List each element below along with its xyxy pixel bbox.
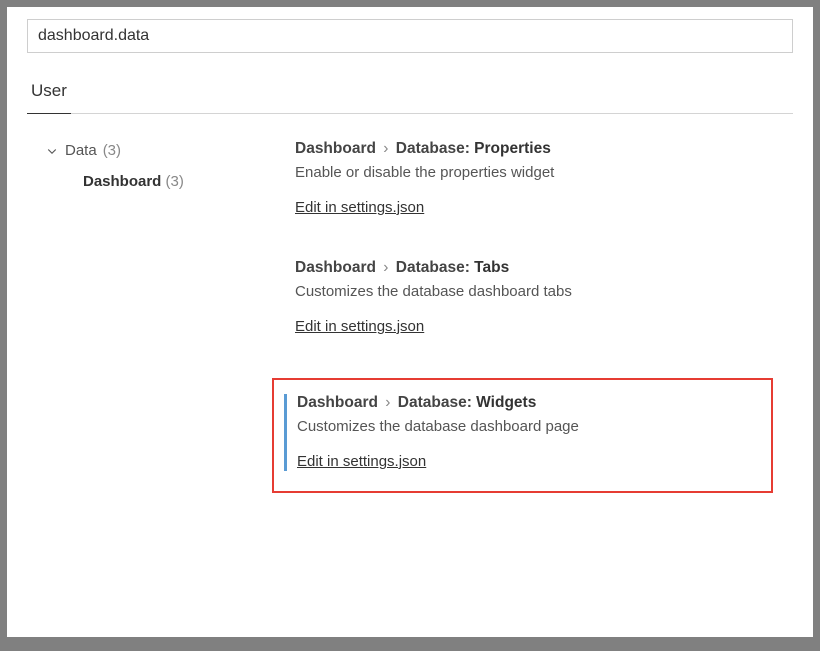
edit-in-settings-link[interactable]: Edit in settings.json [297,453,426,470]
sidebar: Data (3) Dashboard (3) [27,134,287,493]
breadcrumb-part: Database: [396,140,470,157]
settings-window: User Data (3) Dashboard (3) Dashboard [7,7,813,637]
breadcrumb-sep: › [383,259,388,276]
tree-count: (3) [166,173,184,190]
breadcrumb-part: Database: [396,259,470,276]
tree-item-dashboard[interactable]: Dashboard (3) [83,173,287,190]
tabs-bar: User [27,71,793,114]
setting-name: Widgets [476,394,536,411]
content-area: Data (3) Dashboard (3) Dashboard › Datab… [27,134,793,493]
breadcrumb-sep: › [383,140,388,157]
edit-in-settings-link[interactable]: Edit in settings.json [295,199,424,216]
tree-count: (3) [103,142,121,159]
setting-name: Properties [474,140,551,157]
setting-item-widgets: Dashboard › Database: Widgets Customizes… [284,394,761,471]
setting-title: Dashboard › Database: Widgets [297,394,761,412]
setting-title: Dashboard › Database: Tabs [295,259,793,277]
tab-user[interactable]: User [27,71,71,113]
tree-label: Data [65,142,97,159]
setting-description: Customizes the database dashboard tabs [295,283,793,300]
tree-item-data[interactable]: Data (3) [45,142,287,159]
setting-title: Dashboard › Database: Properties [295,140,793,158]
setting-name: Tabs [474,259,509,276]
search-input[interactable] [27,19,793,53]
setting-item-properties: Dashboard › Database: Properties Enable … [287,140,793,217]
breadcrumb-part: Dashboard [297,394,378,411]
setting-description: Customizes the database dashboard page [297,418,761,435]
highlighted-setting-box: Dashboard › Database: Widgets Customizes… [272,378,773,493]
edit-in-settings-link[interactable]: Edit in settings.json [295,318,424,335]
breadcrumb-sep: › [385,394,390,411]
setting-description: Enable or disable the properties widget [295,164,793,181]
breadcrumb-part: Database: [398,394,472,411]
breadcrumb-part: Dashboard [295,259,376,276]
setting-item-tabs: Dashboard › Database: Tabs Customizes th… [287,259,793,336]
tree-label: Dashboard [83,173,161,190]
chevron-down-icon [45,144,59,158]
settings-list: Dashboard › Database: Properties Enable … [287,134,793,493]
breadcrumb-part: Dashboard [295,140,376,157]
